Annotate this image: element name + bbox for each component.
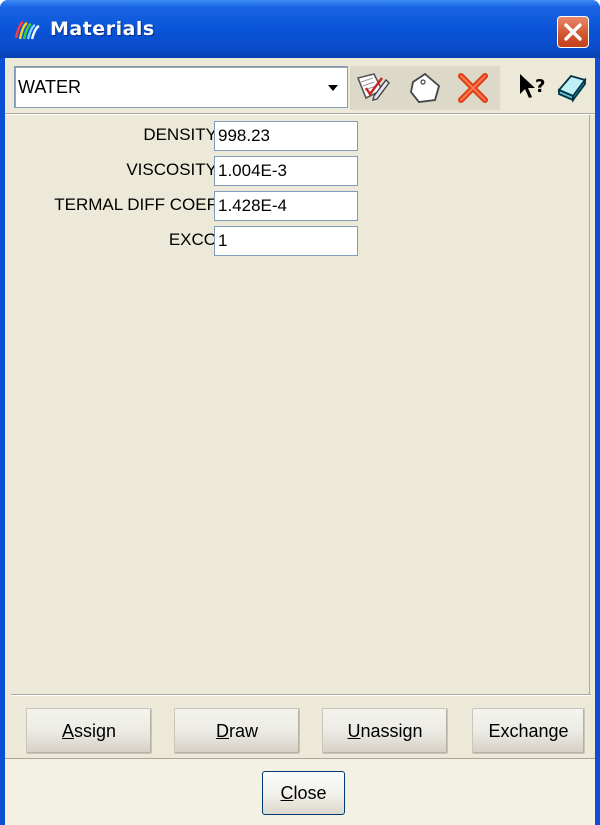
close-accel: C (280, 782, 294, 803)
action-button-row: Assign Draw Unassign Exchange (11, 698, 591, 756)
close-button[interactable]: Close (262, 771, 345, 815)
delete-icon[interactable] (453, 68, 493, 108)
eraser-icon[interactable] (555, 70, 589, 104)
draw-button[interactable]: Draw (174, 708, 300, 754)
toolbar-buttons (350, 66, 500, 110)
material-select-value: WATER (18, 77, 81, 97)
exchange-button[interactable]: Exchange (472, 708, 585, 754)
thermal-diff-coef-label: TERMAL DIFF COEF (54, 195, 217, 214)
assign-accel: A (61, 720, 74, 741)
draw-accel: D (215, 720, 229, 741)
draw-label: raw (228, 720, 258, 741)
assign-button[interactable]: Assign (26, 708, 152, 754)
density-field[interactable]: 998.23 (214, 121, 358, 151)
thermal-diff-coef-field[interactable]: 1.428E-4 (214, 191, 358, 221)
density-label: DENSITY (143, 125, 217, 144)
unassign-accel: U (347, 720, 361, 741)
close-icon (564, 23, 582, 41)
assign-label: ssign (73, 720, 117, 741)
unassign-label: nassign (360, 720, 423, 741)
help-pointer-icon[interactable]: ? (516, 70, 550, 104)
close-label: lose (293, 782, 327, 803)
material-select[interactable]: WATER (14, 66, 348, 108)
panel-separator (11, 694, 591, 696)
close-window-button[interactable] (557, 16, 589, 48)
viscosity-label: VISCOSITY (126, 160, 217, 179)
exco-field[interactable]: 1 (214, 226, 358, 256)
unassign-button[interactable]: Unassign (322, 708, 448, 754)
title-bar[interactable]: Materials (0, 0, 600, 58)
chevron-down-icon[interactable] (325, 81, 341, 95)
svg-text:?: ? (535, 76, 545, 97)
materials-window: Materials WATER ? DENSITY 998.23 VISCOSI… (0, 0, 600, 825)
exchange-label: Exchange (488, 720, 569, 741)
materials-app-icon (14, 20, 40, 40)
edit-material-icon[interactable] (352, 68, 392, 108)
viscosity-field[interactable]: 1.004E-3 (214, 156, 358, 186)
dialog-client-area: WATER ? DENSITY 998.23 VISCOSITY 1.004E-… (5, 58, 595, 825)
rename-tag-icon[interactable] (405, 68, 445, 108)
window-title: Materials (50, 18, 155, 40)
dialog-footer: Close (5, 758, 595, 825)
exco-label: EXCO (168, 230, 217, 249)
